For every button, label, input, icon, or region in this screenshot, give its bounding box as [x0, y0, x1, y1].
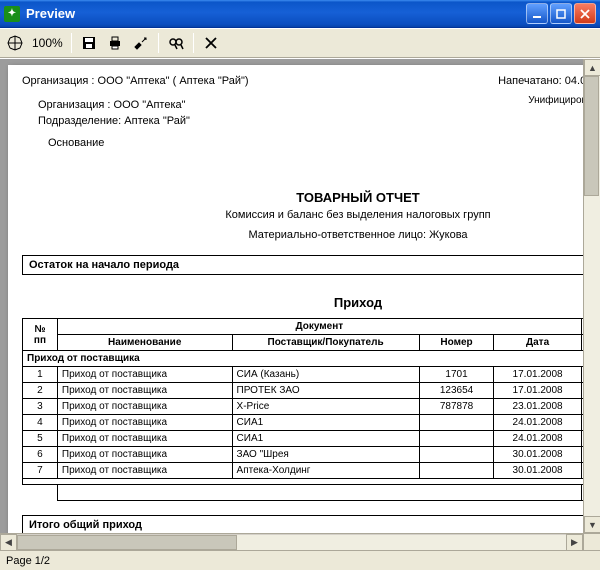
- section-title: Приход: [22, 295, 600, 310]
- fit-page-button[interactable]: [6, 34, 24, 52]
- cell-name: Приход от поставщика: [57, 367, 232, 383]
- table-row: 2Приход от поставщикаПРОТЕК ЗАО12365417.…: [23, 383, 600, 399]
- cell-date: 24.01.2008: [494, 431, 581, 447]
- report-table: № пп Документ Себесто Наименование Поста…: [22, 318, 600, 501]
- horizontal-scrollbar[interactable]: ◀ ▶: [0, 533, 583, 550]
- cell-num: [419, 463, 494, 479]
- cell-npp: 5: [23, 431, 58, 447]
- cell-date: 24.01.2008: [494, 415, 581, 431]
- subtotal-row: 31294.80: [23, 485, 600, 501]
- cell-party: Аптека-Холдинг: [232, 463, 419, 479]
- cell-date: 17.01.2008: [494, 383, 581, 399]
- print-button[interactable]: [106, 34, 124, 52]
- cell-party: ПРОТЕК ЗАО: [232, 383, 419, 399]
- scroll-left-icon[interactable]: ◀: [0, 534, 17, 551]
- basis-line: Основание: [48, 137, 190, 149]
- col-date: Дата: [494, 335, 581, 351]
- maximize-button[interactable]: [550, 3, 572, 24]
- close-preview-button[interactable]: [202, 34, 220, 52]
- report-page: Организация : ООО "Аптека" ( Аптека "Рай…: [8, 65, 600, 550]
- cell-name: Приход от поставщика: [57, 383, 232, 399]
- app-icon: ✦: [4, 6, 20, 22]
- col-name: Наименование: [57, 335, 232, 351]
- col-doc: Документ: [57, 319, 581, 335]
- cell-num: 123654: [419, 383, 494, 399]
- cell-num: 787878: [419, 399, 494, 415]
- cell-name: Приход от поставщика: [57, 447, 232, 463]
- table-row: 4Приход от поставщикаСИА124.01.200812904…: [23, 415, 600, 431]
- cell-party: СИА1: [232, 415, 419, 431]
- minimize-button[interactable]: [526, 3, 548, 24]
- opening-balance-row: Остаток на начало периода 3354215.69 3: [22, 255, 600, 275]
- zoom-label[interactable]: 100%: [32, 36, 63, 50]
- scroll-right-icon[interactable]: ▶: [566, 534, 583, 551]
- org-line: Организация : ООО "Аптека": [38, 99, 190, 111]
- cell-npp: 7: [23, 463, 58, 479]
- group-header: Приход от поставщика: [23, 351, 600, 367]
- cell-npp: 1: [23, 367, 58, 383]
- table-row: 3Приход от поставщикаX-Price78787823.01.…: [23, 399, 600, 415]
- cell-num: [419, 431, 494, 447]
- cell-npp: 4: [23, 415, 58, 431]
- table-row: 6Приход от поставщикаЗАО "Шрея 30.01.2008…: [23, 447, 600, 463]
- vertical-scrollbar[interactable]: ▲ ▼: [583, 59, 600, 533]
- scroll-up-icon[interactable]: ▲: [584, 59, 600, 76]
- opening-label: Остаток на начало периода: [23, 256, 593, 274]
- window-buttons: [526, 3, 596, 24]
- cell-npp: 6: [23, 447, 58, 463]
- report-viewport: Организация : ООО "Аптека" ( Аптека "Рай…: [0, 58, 600, 550]
- col-npp: № пп: [23, 319, 58, 351]
- cell-party: СИА (Казань): [232, 367, 419, 383]
- separator: [193, 33, 194, 53]
- scroll-thumb[interactable]: [584, 76, 599, 196]
- org-header: Организация : ООО "Аптека" ( Аптека "Рай…: [22, 75, 249, 87]
- report-title: ТОВАРНЫЙ ОТЧЕТ: [22, 190, 600, 205]
- cell-name: Приход от поставщика: [57, 399, 232, 415]
- cell-party: ЗАО "Шрея: [232, 447, 419, 463]
- page-indicator: Page 1/2: [6, 555, 50, 567]
- cell-name: Приход от поставщика: [57, 431, 232, 447]
- scroll-thumb[interactable]: [17, 535, 237, 550]
- cell-party: СИА1: [232, 431, 419, 447]
- titlebar: ✦ Preview: [0, 0, 600, 28]
- responsible-person: Материально-ответственное лицо: Жукова: [22, 229, 600, 241]
- subdivision-line: Подразделение: Аптека "Рай": [38, 115, 190, 127]
- table-row: 1Приход от поставщикаСИА (Казань)170117.…: [23, 367, 600, 383]
- statusbar: Page 1/2: [0, 550, 600, 570]
- save-button[interactable]: [80, 34, 98, 52]
- cell-num: 1701: [419, 367, 494, 383]
- settings-button[interactable]: [132, 34, 150, 52]
- grand-label: Итого общий приход: [23, 516, 593, 534]
- cell-num: [419, 415, 494, 431]
- cell-party: X-Price: [232, 399, 419, 415]
- separator: [71, 33, 72, 53]
- col-party: Поставщик/Покупатель: [232, 335, 419, 351]
- scroll-down-icon[interactable]: ▼: [584, 516, 600, 533]
- grand-total-row: Итого общий приход 31294.80: [22, 515, 600, 535]
- report-subtitle: Комиссия и баланс без выделения налоговы…: [22, 209, 600, 221]
- table-row: 7Приход от поставщикаАптека-Холдинг 30.01…: [23, 463, 600, 479]
- cell-date: 23.01.2008: [494, 399, 581, 415]
- cell-name: Приход от поставщика: [57, 415, 232, 431]
- cell-npp: 2: [23, 383, 58, 399]
- scroll-corner: [583, 533, 600, 550]
- window-title: Preview: [26, 6, 526, 21]
- cell-name: Приход от поставщика: [57, 463, 232, 479]
- close-button[interactable]: [574, 3, 596, 24]
- col-num: Номер: [419, 335, 494, 351]
- separator: [158, 33, 159, 53]
- search-button[interactable]: [167, 34, 185, 52]
- toolbar: 100%: [0, 28, 600, 58]
- cell-date: 30.01.2008: [494, 447, 581, 463]
- cell-date: 17.01.2008: [494, 367, 581, 383]
- cell-npp: 3: [23, 399, 58, 415]
- cell-num: [419, 447, 494, 463]
- table-row: 5Приход от поставщикаСИА124.01.20086737.…: [23, 431, 600, 447]
- cell-date: 30.01.2008: [494, 463, 581, 479]
